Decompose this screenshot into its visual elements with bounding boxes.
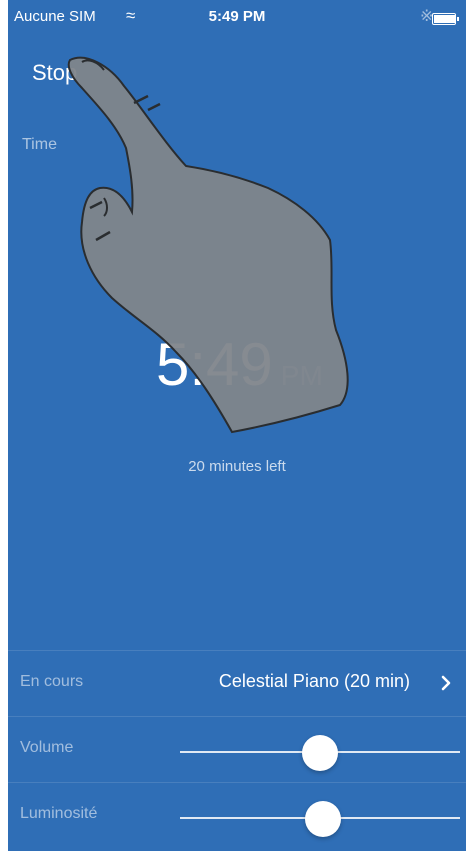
- status-bar: Aucune SIM ≈ 5:49 PM ※: [8, 0, 466, 36]
- status-time: 5:49 PM: [208, 8, 266, 25]
- time-remaining: 20 minutes left: [188, 458, 286, 475]
- chevron-right-icon[interactable]: [440, 675, 452, 691]
- brightness-slider[interactable]: [180, 801, 460, 837]
- now-playing-label: En cours: [20, 673, 84, 690]
- clock-time: 5:49: [156, 331, 273, 398]
- brightness-row: Luminosité: [8, 782, 466, 849]
- stop-button[interactable]: Stop: [32, 60, 77, 86]
- volume-label: Volume: [20, 739, 74, 756]
- clock-display: 5:49 PM: [156, 330, 323, 399]
- volume-slider[interactable]: [180, 735, 460, 771]
- clock-ampm: PM: [280, 360, 323, 391]
- brightness-slider-thumb[interactable]: [304, 801, 341, 837]
- now-playing-row[interactable]: En cours Celestial Piano (20 min): [8, 650, 466, 717]
- brightness-label: Luminosité: [20, 805, 98, 822]
- volume-slider-thumb[interactable]: [302, 735, 338, 771]
- now-playing-value[interactable]: Celestial Piano (20 min): [219, 671, 410, 692]
- volume-row: Volume: [8, 716, 466, 783]
- battery-icon: [432, 13, 459, 25]
- time-label: Time: [22, 136, 57, 153]
- app-screen: Aucune SIM ≈ 5:49 PM ※ Stop Time 5:49 PM …: [8, 0, 466, 851]
